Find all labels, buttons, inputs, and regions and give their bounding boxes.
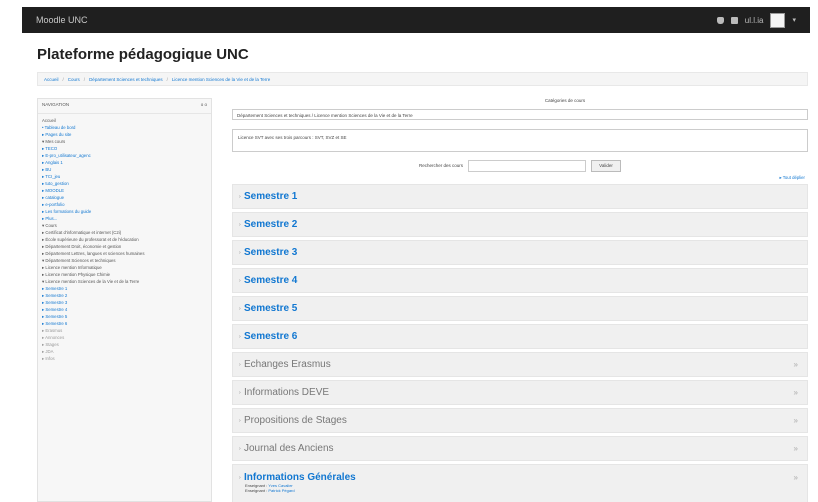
- navigation-tree-item[interactable]: • Tableau de bord: [42, 124, 211, 131]
- navigation-tree-item[interactable]: ▸ Département Droit, économie et gestion: [42, 243, 211, 250]
- course-section[interactable]: › Semestre 5: [232, 296, 808, 321]
- navigation-tree-item[interactable]: ▸ MOODLE: [42, 187, 211, 194]
- search-label: Rechercher des cours: [418, 163, 464, 168]
- teacher-link[interactable]: Patrick Pégard: [268, 488, 294, 493]
- course-sections: › Semestre 1 › Semestre 2 › Semestre 3 › Semest…: [232, 184, 808, 461]
- collapse-icon[interactable]: »: [794, 473, 798, 482]
- navigation-tree-item[interactable]: ▸ TCI_jeu: [42, 173, 211, 180]
- page-title: Plateforme pédagogique UNC: [37, 46, 249, 63]
- navigation-tree-item[interactable]: ▾ Mes cours: [42, 138, 211, 145]
- navigation-tree-item[interactable]: ▸ Les formations du guide: [42, 208, 211, 215]
- section-name[interactable]: Semestre 3: [244, 247, 297, 258]
- course-section[interactable]: › Semestre 4: [232, 268, 808, 293]
- navigation-tree-item[interactable]: ▸ Stages: [42, 341, 211, 348]
- section-name[interactable]: Propositions de Stages: [244, 415, 347, 426]
- navigation-tree-item[interactable]: ▸ Anglais 1: [42, 159, 211, 166]
- search-input[interactable]: [468, 159, 587, 172]
- section-name[interactable]: Informations Générales: [244, 472, 356, 483]
- main-content: Catégories de cours Département Sciences…: [232, 98, 808, 502]
- section-name[interactable]: Semestre 5: [244, 303, 297, 314]
- section-name[interactable]: Semestre 1: [244, 191, 297, 202]
- collapse-icon[interactable]: »: [794, 360, 798, 369]
- collapse-icon[interactable]: »: [794, 444, 798, 453]
- top-navbar: Moodle UNC ul.l.ia ▾: [22, 7, 810, 33]
- navigation-block-title: NAVIGATION: [42, 102, 70, 107]
- breadcrumb-separator: /: [166, 76, 168, 82]
- navbar-user-area: ul.l.ia ▾: [716, 12, 796, 28]
- section-name[interactable]: Journal des Anciens: [244, 443, 334, 454]
- navigation-tree-item[interactable]: ▸ Licence mention Physique Chimie: [42, 271, 211, 278]
- navigation-tree-item[interactable]: ▸ Plus...: [42, 215, 211, 222]
- section-name[interactable]: Semestre 6: [244, 331, 297, 342]
- navigation-tree-item[interactable]: ▸ catalogue: [42, 194, 211, 201]
- navigation-tree-item[interactable]: ▸ Semestre 1: [42, 285, 211, 292]
- navigation-tree-item[interactable]: Accueil: [42, 117, 211, 124]
- course-section[interactable]: › Journal des Anciens»: [232, 436, 808, 461]
- course-section[interactable]: › Echanges Erasmus»: [232, 352, 808, 377]
- breadcrumb-home[interactable]: Accueil: [44, 77, 59, 82]
- navigation-tree-item[interactable]: ▸ JDA: [42, 348, 211, 355]
- avatar[interactable]: [770, 12, 786, 28]
- navigation-tree-item[interactable]: ▸ Erasmus: [42, 327, 211, 334]
- navigation-tree-item[interactable]: ▸ Certificat d'informatique et internet …: [42, 229, 211, 236]
- section-name[interactable]: Semestre 2: [244, 219, 297, 230]
- navigation-block: NAVIGATION o o Accueil • Tableau de bord ▸…: [37, 98, 212, 502]
- category-select[interactable]: Département Sciences et techniques / Lic…: [232, 109, 808, 120]
- navigation-tree-item[interactable]: ▸ Infos: [42, 355, 211, 362]
- category-label: Catégories de cours: [544, 98, 586, 103]
- navigation-tree-item[interactable]: ▸ Pages du site: [42, 131, 211, 138]
- navigation-tree-item[interactable]: ▸ TECO: [42, 145, 211, 152]
- featured-header: › Informations Générales »: [239, 472, 807, 483]
- messages-icon[interactable]: [730, 16, 738, 24]
- category-description: Licence SVT avec ses trois parcours : SV…: [232, 129, 808, 152]
- chevron-down-icon[interactable]: ▾: [792, 16, 796, 24]
- search-button[interactable]: Valider: [591, 159, 622, 172]
- collapse-icon[interactable]: »: [794, 388, 798, 397]
- teacher-role: Enseignant :: [245, 488, 268, 493]
- navigation-tree-item[interactable]: ▸ BU: [42, 166, 211, 173]
- navigation-tree-item[interactable]: ▸ Annonces: [42, 334, 211, 341]
- course-section[interactable]: › Informations DEVE»: [232, 380, 808, 405]
- breadcrumb-courses[interactable]: Cours: [68, 77, 80, 82]
- course-section[interactable]: › Semestre 1: [232, 184, 808, 209]
- course-section-featured[interactable]: › Informations Générales » Enseignant : …: [232, 464, 808, 502]
- course-search: Rechercher des cours Valider: [232, 159, 808, 172]
- breadcrumb: Accueil / Cours / Département Sciences e…: [37, 72, 808, 86]
- collapse-icon[interactable]: »: [794, 416, 798, 425]
- navigation-tree-item[interactable]: ▸ E-pro_utilisateur_agenc: [42, 152, 211, 159]
- course-section[interactable]: › Semestre 2: [232, 212, 808, 237]
- breadcrumb-separator: /: [62, 76, 64, 82]
- block-controls-icon[interactable]: o o: [201, 102, 207, 107]
- navigation-tree-item[interactable]: ▸ Département Lettres, langues et scienc…: [42, 250, 211, 257]
- navigation-tree-item[interactable]: ▸ Semestre 5: [42, 313, 211, 320]
- section-name[interactable]: Semestre 4: [244, 275, 297, 286]
- course-section[interactable]: › Propositions de Stages»: [232, 408, 808, 433]
- teacher-line: Enseignant : Patrick Pégard: [239, 488, 295, 493]
- breadcrumb-department[interactable]: Département Sciences et techniques: [89, 77, 163, 82]
- navigation-tree-item[interactable]: ▸ Semestre 6: [42, 320, 211, 327]
- breadcrumb-separator: /: [83, 76, 86, 82]
- navigation-tree-item[interactable]: ▸ École supérieure du professorat et de …: [42, 236, 211, 243]
- navigation-tree-item[interactable]: ▸ Semestre 2: [42, 292, 211, 299]
- breadcrumb-current[interactable]: Licence mention Sciences de la Vie et de…: [172, 77, 270, 82]
- notifications-icon[interactable]: [716, 16, 724, 24]
- navigation-tree-item[interactable]: ▸ tuto_gestion: [42, 180, 211, 187]
- section-name[interactable]: Informations DEVE: [244, 387, 329, 398]
- navigation-tree-item[interactable]: ▾ Département Sciences et techniques: [42, 257, 211, 264]
- section-name[interactable]: Echanges Erasmus: [244, 359, 331, 370]
- expand-all-link[interactable]: ▸ Tout déplier: [232, 175, 808, 181]
- navigation-tree-item[interactable]: ▾ Cours: [42, 222, 211, 229]
- navigation-tree-item[interactable]: ▸ e-portfolio: [42, 201, 211, 208]
- navigation-tree-item[interactable]: ▾ Licence mention Sciences de la Vie et …: [42, 278, 211, 285]
- navigation-tree-item[interactable]: ▸ Semestre 3: [42, 299, 211, 306]
- course-section[interactable]: › Semestre 6: [232, 324, 808, 349]
- user-name[interactable]: ul.l.ia: [745, 16, 764, 25]
- course-section[interactable]: › Semestre 3: [232, 240, 808, 265]
- site-brand-link[interactable]: Moodle UNC: [36, 15, 88, 25]
- navigation-tree-item[interactable]: ▸ Licence mention Informatique: [42, 264, 211, 271]
- navigation-tree: Accueil • Tableau de bord ▸ Pages du site ▾…: [38, 114, 211, 362]
- navigation-block-header: NAVIGATION o o: [38, 99, 211, 114]
- navigation-tree-item[interactable]: ▸ Semestre 4: [42, 306, 211, 313]
